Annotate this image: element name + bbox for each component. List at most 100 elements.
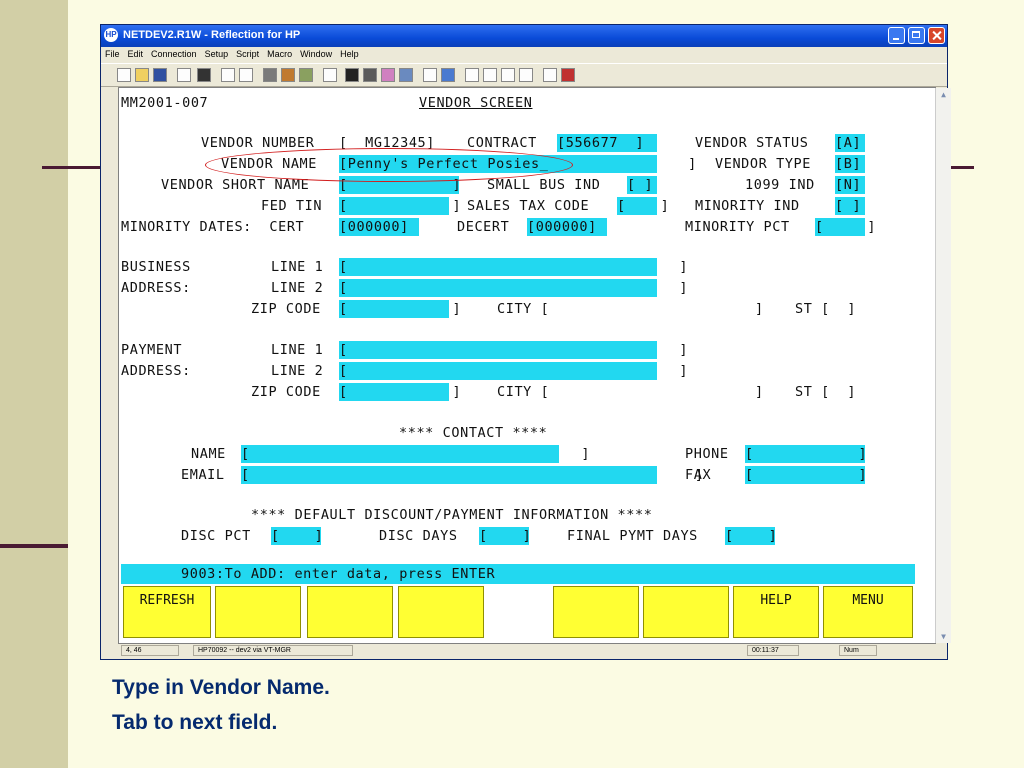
disc-days-label: DISC DAYS: [379, 528, 458, 544]
minority-dates-cert-label: MINORITY DATES: CERT: [121, 219, 305, 235]
message-text: 9003:To ADD: enter data, press ENTER: [181, 566, 496, 582]
function-key-menu[interactable]: MENU: [823, 586, 913, 638]
payment-line1-field[interactable]: [ ]: [339, 341, 688, 359]
scroll-down-icon[interactable]: ▼: [936, 632, 951, 641]
vendor-type-field[interactable]: [B]: [835, 155, 865, 173]
payment-st-field: ST [ ]: [795, 384, 857, 400]
menu-connection[interactable]: Connection: [147, 47, 201, 59]
phone-field[interactable]: [ ]: [745, 445, 867, 463]
open-icon[interactable]: [135, 68, 149, 82]
color-icon[interactable]: [381, 68, 395, 82]
contact-name-field[interactable]: [ ]: [241, 445, 590, 463]
email-field[interactable]: [ ]: [241, 466, 703, 484]
vendor-name-annotation-ellipse: [205, 148, 573, 182]
menu-setup[interactable]: Setup: [201, 47, 233, 59]
small-bus-ind-field[interactable]: [ ]: [627, 176, 657, 194]
payment-zip-field[interactable]: [ ]: [339, 383, 461, 401]
macro-record-icon[interactable]: [423, 68, 437, 82]
business-line2-field[interactable]: [ ]: [339, 279, 688, 297]
minority-ind-label: MINORITY IND: [695, 198, 800, 214]
minimize-button[interactable]: [888, 27, 905, 44]
discount-header: **** DEFAULT DISCOUNT/PAYMENT INFORMATIO…: [251, 507, 653, 523]
business-label: BUSINESS: [121, 259, 191, 275]
book-icon[interactable]: [561, 68, 575, 82]
business-zip-label: ZIP CODE: [251, 301, 321, 317]
business-line2-label: LINE 2: [271, 280, 324, 296]
function-key-3[interactable]: [307, 586, 393, 638]
decert-field[interactable]: [000000]: [527, 218, 607, 236]
status-connection: HP70092 -- dev2 via VT-MGR: [193, 645, 353, 656]
final-pymt-days-field[interactable]: [ ]: [725, 527, 777, 545]
menu-help[interactable]: Help: [336, 47, 363, 59]
menu-file[interactable]: File: [101, 47, 124, 59]
connect-icon[interactable]: [263, 68, 277, 82]
business-st-field: ST [ ]: [795, 301, 857, 317]
paste-icon[interactable]: [239, 68, 253, 82]
fax-field[interactable]: [ ]: [745, 466, 867, 484]
settings-icon[interactable]: [399, 68, 413, 82]
print-icon[interactable]: [177, 68, 191, 82]
maximize-button[interactable]: [908, 27, 925, 44]
cert-field[interactable]: [000000]: [339, 218, 419, 236]
sales-tax-code-field[interactable]: [ ]: [617, 197, 669, 215]
vertical-scrollbar[interactable]: ▲ ▼: [935, 88, 951, 643]
display-icon[interactable]: [345, 68, 359, 82]
payment-city-label: CITY [: [497, 384, 550, 400]
status-num: Num: [839, 645, 877, 656]
scroll-up-icon[interactable]: ▲: [936, 90, 951, 99]
payment-zip-label: ZIP CODE: [251, 384, 321, 400]
status-time: 00:11:37: [747, 645, 799, 656]
window-icon-1[interactable]: [465, 68, 479, 82]
business-line1-field[interactable]: [ ]: [339, 258, 688, 276]
menu-window[interactable]: Window: [296, 47, 336, 59]
help-pointer-icon[interactable]: [543, 68, 557, 82]
function-key-help[interactable]: HELP: [733, 586, 819, 638]
macro-play-icon[interactable]: [441, 68, 455, 82]
minority-pct-field[interactable]: [ ]: [815, 218, 875, 236]
reflection-window: HP NETDEV2.R1W - Reflection for HP File E…: [100, 24, 951, 660]
disc-days-field[interactable]: [ ]: [479, 527, 531, 545]
function-key-refresh[interactable]: REFRESH: [123, 586, 211, 638]
window-icon-2[interactable]: [483, 68, 497, 82]
fed-tin-label: FED TIN: [261, 198, 323, 214]
minority-pct-label: MINORITY PCT: [685, 219, 790, 235]
title-bar[interactable]: HP NETDEV2.R1W - Reflection for HP: [101, 25, 947, 47]
minority-ind-field[interactable]: [ ]: [835, 197, 865, 215]
close-button[interactable]: [928, 27, 945, 44]
status-bar: 4, 46 HP70092 -- dev2 via VT-MGR 00:11:3…: [101, 643, 947, 659]
ind-1099-label: 1099 IND: [745, 177, 815, 193]
final-pymt-days-label: FINAL PYMT DAYS: [567, 528, 698, 544]
business-zip-field[interactable]: [ ]: [339, 300, 461, 318]
find-icon[interactable]: [197, 68, 211, 82]
function-key-6[interactable]: [553, 586, 639, 638]
window-icon-4[interactable]: [519, 68, 533, 82]
disconnect-icon[interactable]: [299, 68, 313, 82]
payment-line2-field[interactable]: [ ]: [339, 362, 688, 380]
menu-macro[interactable]: Macro: [263, 47, 296, 59]
script-icon[interactable]: [323, 68, 337, 82]
function-key-2[interactable]: [215, 586, 301, 638]
disc-pct-field[interactable]: [ ]: [271, 527, 323, 545]
contact-header: **** CONTACT ****: [399, 425, 548, 441]
business-city-label: CITY [: [497, 301, 550, 317]
transfer-icon[interactable]: [281, 68, 295, 82]
window-icon-3[interactable]: [501, 68, 515, 82]
vendor-status-field[interactable]: [A]: [835, 134, 865, 152]
payment-label: PAYMENT: [121, 342, 183, 358]
new-icon[interactable]: [117, 68, 131, 82]
save-icon[interactable]: [153, 68, 167, 82]
ind-1099-field[interactable]: [N]: [835, 176, 865, 194]
function-key-7[interactable]: [643, 586, 729, 638]
toolbar: [101, 63, 947, 87]
fed-tin-field[interactable]: [ ]: [339, 197, 461, 215]
function-key-4[interactable]: [398, 586, 484, 638]
decert-label: DECERT: [457, 219, 510, 235]
vendor-type-label: VENDOR TYPE: [715, 156, 812, 172]
fax-label: FAX: [685, 467, 712, 483]
menu-script[interactable]: Script: [232, 47, 263, 59]
keyboard-icon[interactable]: [363, 68, 377, 82]
copy-icon[interactable]: [221, 68, 235, 82]
disc-pct-label: DISC PCT: [181, 528, 251, 544]
menu-edit[interactable]: Edit: [124, 47, 148, 59]
contract-field[interactable]: [556677 ]: [557, 134, 657, 152]
